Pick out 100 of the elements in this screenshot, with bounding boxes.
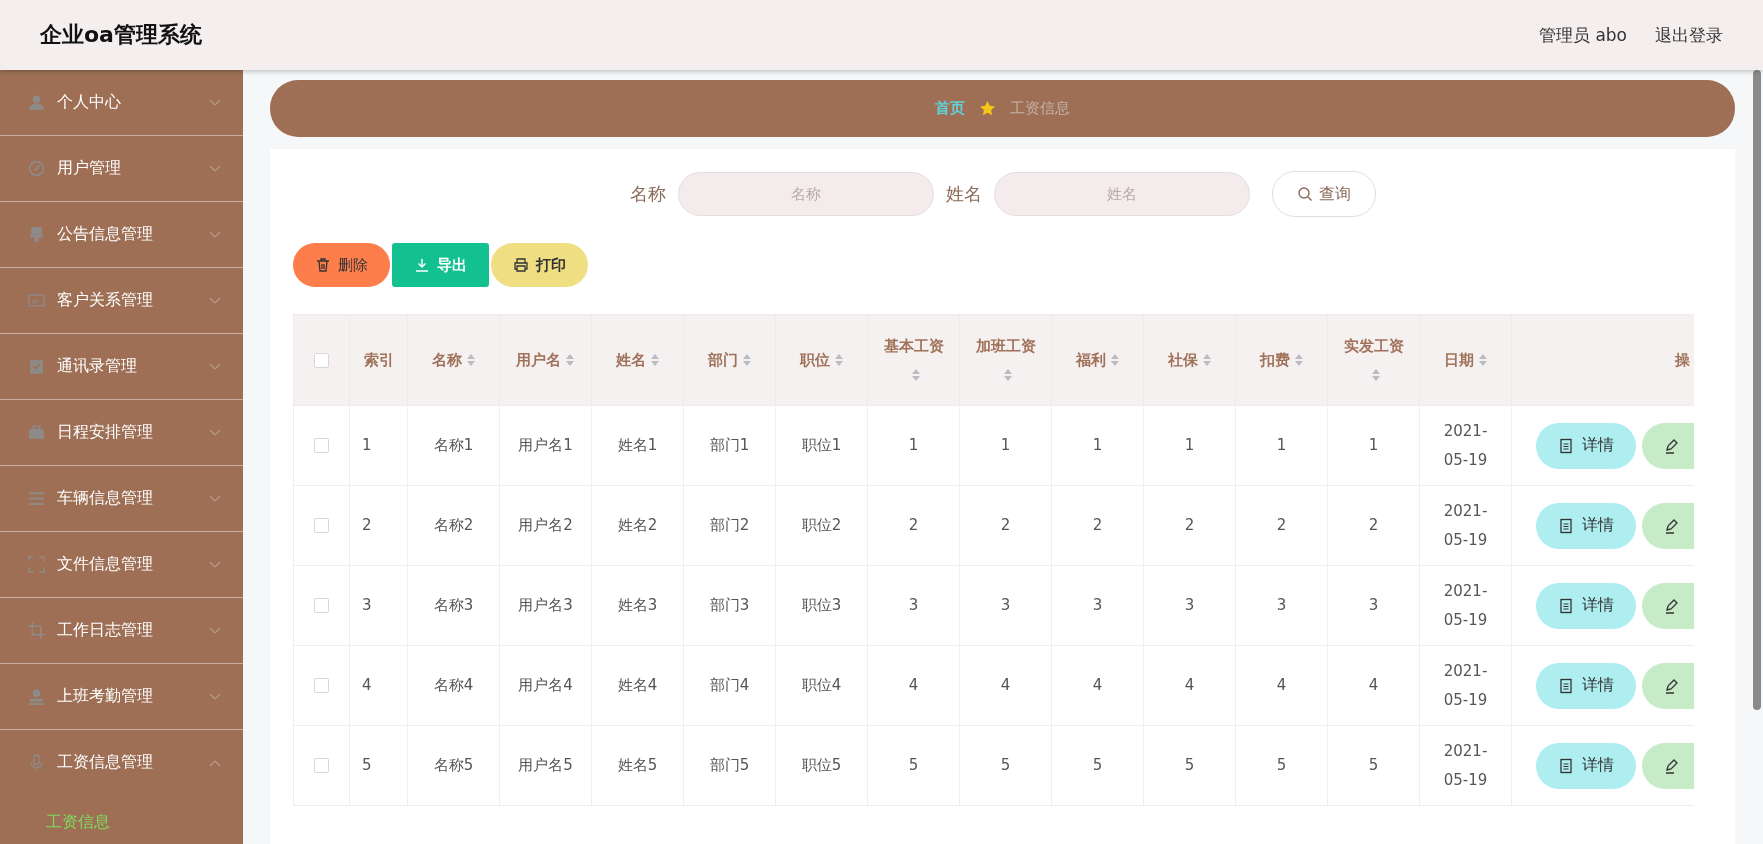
detail-button[interactable]: 详情 bbox=[1536, 582, 1636, 629]
sort-icon[interactable] bbox=[565, 353, 575, 368]
select-all-checkbox[interactable] bbox=[314, 352, 329, 368]
sidebar-item[interactable]: 用户管理 bbox=[0, 136, 243, 202]
scrollbar[interactable] bbox=[1753, 70, 1761, 710]
sidebar-item[interactable]: 工资信息管理 bbox=[0, 730, 243, 795]
breadcrumb-home-link[interactable]: 首页 bbox=[935, 99, 965, 118]
sort-icon[interactable] bbox=[1002, 367, 1013, 382]
sidebar-item[interactable]: 日程安排管理 bbox=[0, 400, 243, 466]
sidebar-item[interactable]: 上班考勤管理 bbox=[0, 664, 243, 730]
detail-button[interactable]: 详情 bbox=[1536, 502, 1636, 549]
table-cell: 4 bbox=[908, 676, 919, 695]
column-header[interactable]: 扣费 bbox=[1259, 350, 1290, 369]
column-header[interactable]: 职位 bbox=[799, 350, 830, 369]
table-cell: 职位1 bbox=[801, 436, 842, 455]
column-header[interactable]: 福利 bbox=[1075, 350, 1106, 369]
chevron-down-icon bbox=[209, 362, 221, 371]
chevron-down-icon bbox=[209, 494, 221, 503]
table-cell: 用户名4 bbox=[518, 676, 573, 695]
table-cell: 2021-05-19 bbox=[1443, 582, 1488, 629]
table-cell: 3 bbox=[908, 596, 919, 615]
table-cell: 5 bbox=[1184, 756, 1195, 775]
document-icon bbox=[1558, 517, 1574, 534]
table-cell: 姓名5 bbox=[617, 756, 658, 775]
app-title: 企业oa管理系统 bbox=[40, 21, 202, 49]
sort-icon[interactable] bbox=[649, 353, 660, 368]
row-checkbox[interactable] bbox=[314, 678, 329, 694]
table-cell: 2 bbox=[1276, 516, 1287, 535]
search-field[interactable]: 姓名 bbox=[993, 172, 1250, 216]
search-label: 姓名 bbox=[945, 182, 982, 206]
table-cell: 姓名4 bbox=[617, 676, 658, 695]
table-cell: 3 bbox=[1276, 596, 1287, 615]
table-cell: 部门3 bbox=[709, 596, 750, 615]
table-cell: 2 bbox=[1092, 516, 1103, 535]
table-cell: 2021-05-19 bbox=[1443, 502, 1488, 549]
print-button[interactable]: 打印 bbox=[491, 243, 588, 287]
pencil-icon bbox=[1664, 517, 1680, 534]
sort-icon[interactable] bbox=[1293, 353, 1304, 368]
table-cell: 职位2 bbox=[801, 516, 842, 535]
table-cell: 5 bbox=[362, 756, 372, 775]
export-button[interactable]: 导出 bbox=[392, 243, 489, 287]
sidebar-item[interactable]: 工作日志管理 bbox=[0, 598, 243, 664]
pencil-icon bbox=[1664, 677, 1680, 694]
search-button[interactable]: 查询 bbox=[1271, 171, 1376, 217]
sort-icon[interactable] bbox=[1109, 353, 1120, 368]
breadcrumb-current: 工资信息 bbox=[1010, 99, 1070, 118]
table-cell: 3 bbox=[1000, 596, 1011, 615]
sort-icon[interactable] bbox=[833, 353, 844, 368]
column-header[interactable]: 基本工资 bbox=[883, 336, 944, 355]
search-field[interactable]: 名称 bbox=[677, 172, 934, 216]
sidebar-item[interactable]: 文件信息管理 bbox=[0, 532, 243, 598]
sidebar-item[interactable]: 通讯录管理 bbox=[0, 334, 243, 400]
detail-button[interactable]: 详情 bbox=[1536, 662, 1636, 709]
column-header[interactable]: 日期 bbox=[1443, 350, 1474, 369]
pencil-icon bbox=[1664, 437, 1680, 454]
logout-link[interactable]: 退出登录 bbox=[1655, 23, 1723, 47]
table-cell: 1 bbox=[1368, 436, 1379, 455]
table-cell: 职位3 bbox=[801, 596, 842, 615]
table-cell: 1 bbox=[1092, 436, 1103, 455]
detail-button[interactable]: 详情 bbox=[1536, 742, 1636, 789]
sort-icon[interactable] bbox=[1477, 353, 1488, 368]
sort-icon[interactable] bbox=[1201, 353, 1212, 368]
column-header[interactable]: 社保 bbox=[1167, 350, 1198, 369]
sort-icon[interactable] bbox=[910, 367, 921, 382]
table-cell: 部门1 bbox=[709, 436, 750, 455]
table-cell: 2 bbox=[1184, 516, 1195, 535]
row-checkbox[interactable] bbox=[314, 598, 329, 614]
table-cell: 2 bbox=[908, 516, 919, 535]
submenu-item[interactable]: 工资信息 bbox=[0, 795, 243, 844]
sidebar-item[interactable]: 车辆信息管理 bbox=[0, 466, 243, 532]
row-checkbox[interactable] bbox=[314, 438, 329, 454]
column-header[interactable]: 名称 bbox=[431, 350, 462, 369]
sort-icon[interactable] bbox=[465, 353, 476, 368]
column-header[interactable]: 部门 bbox=[707, 350, 738, 369]
delete-button[interactable]: 删除 bbox=[293, 243, 390, 287]
frame-icon bbox=[28, 556, 45, 573]
column-header[interactable]: 姓名 bbox=[615, 350, 646, 369]
sort-icon[interactable] bbox=[741, 353, 752, 368]
chevron-down-icon bbox=[209, 626, 221, 635]
column-header[interactable]: 用户名 bbox=[516, 350, 561, 369]
row-checkbox[interactable] bbox=[314, 758, 329, 774]
table-cell: 1 bbox=[1000, 436, 1011, 455]
table-cell: 1 bbox=[908, 436, 919, 455]
table-cell: 1 bbox=[1276, 436, 1287, 455]
column-header[interactable]: 实发工资 bbox=[1343, 336, 1404, 355]
detail-button[interactable]: 详情 bbox=[1536, 422, 1636, 469]
table-cell: 5 bbox=[1368, 756, 1379, 775]
chevron-down-icon bbox=[209, 692, 221, 701]
search-icon bbox=[1296, 186, 1313, 202]
row-checkbox[interactable] bbox=[314, 518, 329, 534]
sidebar-item[interactable]: 公告信息管理 bbox=[0, 202, 243, 268]
table-cell: 用户名3 bbox=[518, 596, 573, 615]
sort-icon[interactable] bbox=[1370, 367, 1381, 382]
sidebar-item[interactable]: 客户关系管理 bbox=[0, 268, 243, 334]
column-header[interactable]: 加班工资 bbox=[975, 336, 1036, 355]
document-icon bbox=[1558, 437, 1574, 454]
sidebar-item[interactable]: 个人中心 bbox=[0, 70, 243, 136]
star-icon bbox=[979, 100, 996, 117]
table-cell: 名称5 bbox=[433, 756, 474, 775]
column-header: 操 bbox=[1675, 350, 1690, 369]
